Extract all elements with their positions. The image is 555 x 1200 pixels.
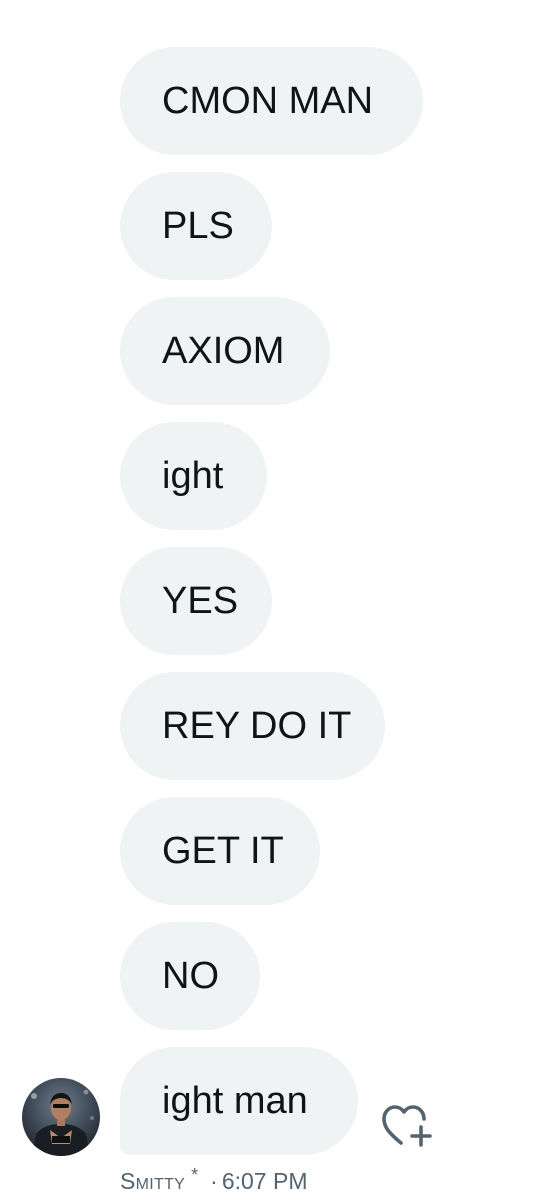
message-text: PLS: [162, 205, 234, 247]
message-bubble[interactable]: PLS: [120, 172, 272, 280]
meta-separator: ·: [210, 1167, 218, 1194]
message-bubble[interactable]: ight: [120, 422, 267, 530]
message-text: NO: [162, 955, 219, 997]
message-text: CMON MAN: [162, 80, 374, 122]
message-text: YES: [162, 580, 239, 622]
message-bubble[interactable]: NO: [120, 922, 260, 1030]
sender-name[interactable]: Smitty: [120, 1168, 185, 1195]
message-bubble[interactable]: YES: [120, 547, 272, 655]
message-text: AXIOM: [162, 330, 285, 372]
message-bubble[interactable]: REY DO IT: [120, 672, 385, 780]
message-meta: Smitty * · 6:07 PM: [120, 1164, 308, 1196]
message-text: GET IT: [162, 830, 284, 872]
message-text: REY DO IT: [162, 705, 352, 747]
message-text: ight man: [162, 1080, 308, 1122]
avatar-image: [22, 1078, 100, 1156]
message-bubble[interactable]: AXIOM: [120, 297, 330, 405]
message-bubble[interactable]: GET IT: [120, 797, 320, 905]
add-reaction-button[interactable]: [381, 1103, 437, 1149]
heart-plus-icon: [382, 1105, 432, 1147]
message-thread: CMON MAN PLS AXIOM ight YES REY DO IT GE…: [0, 0, 555, 1200]
sender-badge: *: [191, 1164, 199, 1185]
message-text: ight: [162, 455, 224, 497]
message-timestamp: 6:07 PM: [221, 1167, 308, 1194]
message-bubble[interactable]: ight man: [120, 1047, 358, 1155]
sender-avatar[interactable]: [22, 1078, 100, 1156]
message-bubble[interactable]: CMON MAN: [120, 47, 423, 155]
